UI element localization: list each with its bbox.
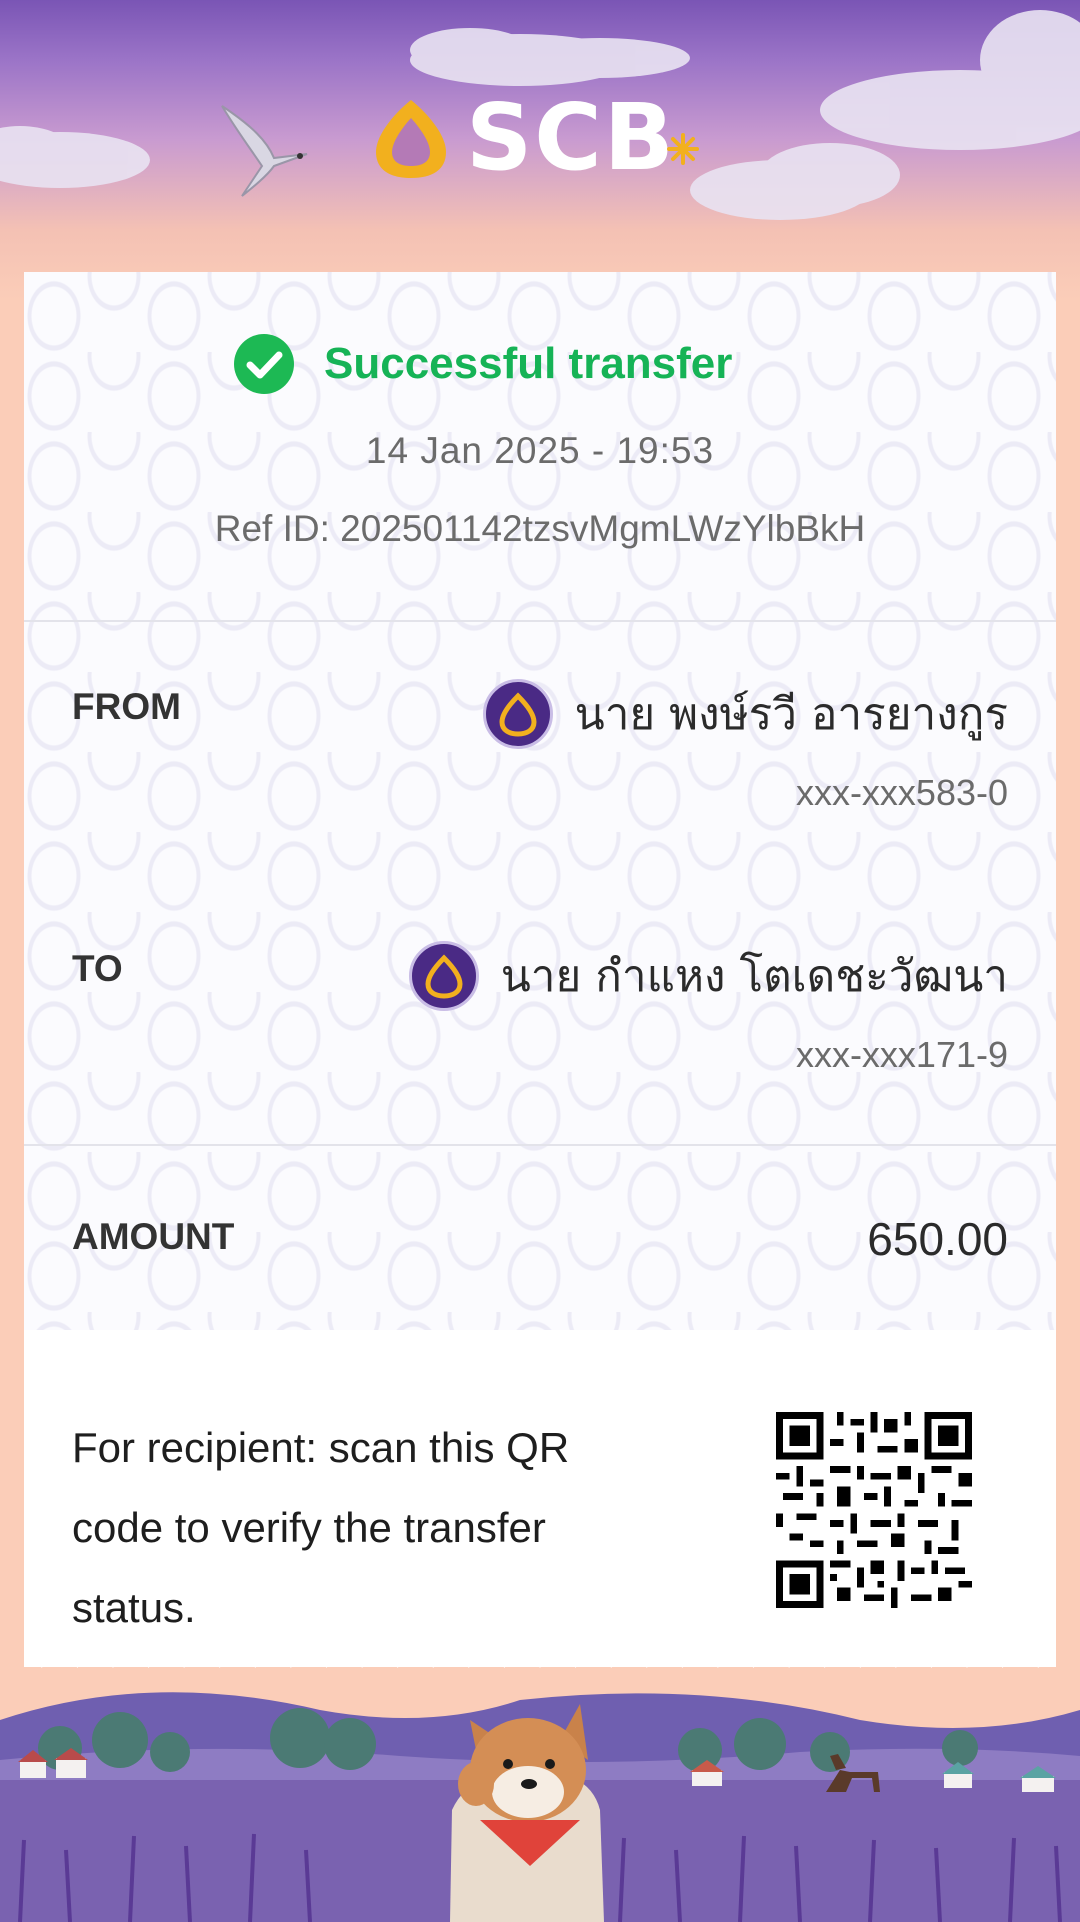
from-party: นาย พงษ์รวี อารยางกูร bbox=[482, 678, 1008, 750]
amount-label: AMOUNT bbox=[72, 1216, 235, 1257]
to-label: TO bbox=[72, 948, 123, 989]
reference-id: Ref ID: 202501142tzsvMgmLWzYlbBkH bbox=[214, 508, 866, 549]
scb-bank-icon bbox=[408, 941, 479, 1011]
divider bbox=[24, 620, 1056, 622]
to-name: นาย กำแหง โตเดชะวัฒนา bbox=[500, 951, 1008, 1002]
from-account: xxx-xxx583-0 bbox=[795, 772, 1008, 813]
qr-code-icon[interactable] bbox=[776, 1412, 972, 1608]
sparkle-icon bbox=[667, 133, 699, 165]
amount-value: 650.00 bbox=[867, 1213, 1008, 1265]
bird-icon bbox=[221, 105, 308, 197]
from-name: นาย พงษ์รวี อารยางกูร bbox=[574, 689, 1008, 740]
to-account: xxx-xxx171-9 bbox=[795, 1034, 1008, 1075]
scb-logo: SCB bbox=[366, 88, 726, 188]
status-row: Successful transfer bbox=[24, 334, 1056, 394]
receipt-card: Successful transfer 14 Jan 2025 - 19:53 … bbox=[24, 272, 1056, 1667]
scb-bank-icon bbox=[482, 679, 553, 749]
lavender-field-scene bbox=[0, 1692, 1080, 1922]
qr-caption: For recipient: scan this QR code to veri… bbox=[72, 1424, 570, 1631]
from-label: FROM bbox=[72, 686, 181, 727]
transaction-datetime: 14 Jan 2025 - 19:53 bbox=[365, 430, 715, 471]
status-title: Successful transfer bbox=[324, 339, 733, 388]
brand-name: SCB bbox=[466, 84, 676, 191]
check-circle-icon bbox=[234, 334, 294, 394]
divider bbox=[24, 1144, 1056, 1146]
header-banner: SCB bbox=[0, 0, 1080, 270]
scb-logo-icon bbox=[376, 100, 446, 178]
to-party: นาย กำแหง โตเดชะวัฒนา bbox=[408, 940, 1008, 1012]
